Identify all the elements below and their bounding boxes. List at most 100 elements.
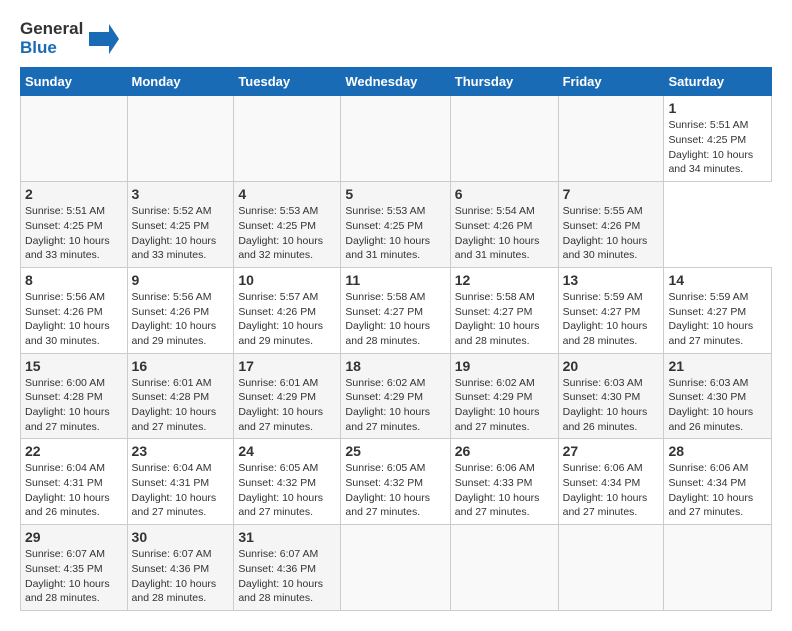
calendar-cell: 27 Sunrise: 6:06 AM Sunset: 4:34 PM Dayli… [558,439,664,525]
day-info: Sunrise: 5:55 AM Sunset: 4:26 PM Dayligh… [563,204,660,263]
day-info: Sunrise: 6:04 AM Sunset: 4:31 PM Dayligh… [132,461,230,520]
calendar-cell [450,96,558,182]
day-info: Sunrise: 5:54 AM Sunset: 4:26 PM Dayligh… [455,204,554,263]
calendar-day-header: Friday [558,68,664,96]
day-info: Sunrise: 5:52 AM Sunset: 4:25 PM Dayligh… [132,204,230,263]
day-number: 31 [238,529,336,545]
day-info: Sunrise: 6:07 AM Sunset: 4:36 PM Dayligh… [238,547,336,606]
calendar-cell [341,525,450,611]
day-number: 1 [668,100,767,116]
calendar-cell: 31 Sunrise: 6:07 AM Sunset: 4:36 PM Dayli… [234,525,341,611]
calendar-cell: 1 Sunrise: 5:51 AM Sunset: 4:25 PM Daylig… [664,96,772,182]
day-info: Sunrise: 5:56 AM Sunset: 4:26 PM Dayligh… [132,290,230,349]
page-header: General Blue [20,20,772,57]
day-number: 11 [345,272,445,288]
calendar-cell [450,525,558,611]
day-number: 3 [132,186,230,202]
day-info: Sunrise: 5:59 AM Sunset: 4:27 PM Dayligh… [668,290,767,349]
day-info: Sunrise: 5:59 AM Sunset: 4:27 PM Dayligh… [563,290,660,349]
day-number: 2 [25,186,123,202]
day-info: Sunrise: 6:05 AM Sunset: 4:32 PM Dayligh… [345,461,445,520]
day-number: 29 [25,529,123,545]
day-info: Sunrise: 5:53 AM Sunset: 4:25 PM Dayligh… [345,204,445,263]
day-info: Sunrise: 5:51 AM Sunset: 4:25 PM Dayligh… [668,118,767,177]
calendar-cell: 18 Sunrise: 6:02 AM Sunset: 4:29 PM Dayli… [341,353,450,439]
calendar-cell: 5Sunrise: 5:53 AM Sunset: 4:25 PM Daylig… [341,182,450,268]
day-info: Sunrise: 5:58 AM Sunset: 4:27 PM Dayligh… [345,290,445,349]
calendar-cell: 11 Sunrise: 5:58 AM Sunset: 4:27 PM Dayli… [341,267,450,353]
day-number: 23 [132,443,230,459]
day-info: Sunrise: 6:06 AM Sunset: 4:34 PM Dayligh… [668,461,767,520]
day-info: Sunrise: 6:01 AM Sunset: 4:28 PM Dayligh… [132,376,230,435]
calendar-cell [558,525,664,611]
calendar-day-header: Thursday [450,68,558,96]
day-number: 18 [345,358,445,374]
day-number: 24 [238,443,336,459]
calendar-cell: 19Sunrise: 6:02 AM Sunset: 4:29 PM Dayli… [450,353,558,439]
calendar-week-row: 2 Sunrise: 5:51 AM Sunset: 4:25 PM Daylig… [21,182,772,268]
calendar-week-row: 22Sunrise: 6:04 AM Sunset: 4:31 PM Dayli… [21,439,772,525]
day-info: Sunrise: 5:56 AM Sunset: 4:26 PM Dayligh… [25,290,123,349]
day-number: 15 [25,358,123,374]
day-number: 9 [132,272,230,288]
day-info: Sunrise: 5:51 AM Sunset: 4:25 PM Dayligh… [25,204,123,263]
calendar-cell [21,96,128,182]
calendar-cell: 25 Sunrise: 6:05 AM Sunset: 4:32 PM Dayli… [341,439,450,525]
day-info: Sunrise: 6:07 AM Sunset: 4:35 PM Dayligh… [25,547,123,606]
day-info: Sunrise: 6:05 AM Sunset: 4:32 PM Dayligh… [238,461,336,520]
day-info: Sunrise: 6:06 AM Sunset: 4:34 PM Dayligh… [563,461,660,520]
calendar-cell: 8Sunrise: 5:56 AM Sunset: 4:26 PM Daylig… [21,267,128,353]
day-number: 4 [238,186,336,202]
calendar-cell: 24 Sunrise: 6:05 AM Sunset: 4:32 PM Dayli… [234,439,341,525]
day-number: 20 [563,358,660,374]
calendar-week-row: 8Sunrise: 5:56 AM Sunset: 4:26 PM Daylig… [21,267,772,353]
day-info: Sunrise: 6:07 AM Sunset: 4:36 PM Dayligh… [132,547,230,606]
day-info: Sunrise: 5:53 AM Sunset: 4:25 PM Dayligh… [238,204,336,263]
day-number: 25 [345,443,445,459]
day-number: 27 [563,443,660,459]
calendar-day-header: Monday [127,68,234,96]
calendar-cell: 26 Sunrise: 6:06 AM Sunset: 4:33 PM Dayli… [450,439,558,525]
day-info: Sunrise: 6:03 AM Sunset: 4:30 PM Dayligh… [668,376,767,435]
calendar-cell: 2 Sunrise: 5:51 AM Sunset: 4:25 PM Daylig… [21,182,128,268]
calendar-day-header: Wednesday [341,68,450,96]
day-number: 21 [668,358,767,374]
day-number: 12 [455,272,554,288]
calendar-cell: 28Sunrise: 6:06 AM Sunset: 4:34 PM Dayli… [664,439,772,525]
logo-blue: Blue [20,38,57,57]
calendar-day-header: Sunday [21,68,128,96]
calendar-cell: 21 Sunrise: 6:03 AM Sunset: 4:30 PM Dayli… [664,353,772,439]
calendar-cell: 23 Sunrise: 6:04 AM Sunset: 4:31 PM Dayli… [127,439,234,525]
day-info: Sunrise: 6:02 AM Sunset: 4:29 PM Dayligh… [345,376,445,435]
calendar-cell: 14Sunrise: 5:59 AM Sunset: 4:27 PM Dayli… [664,267,772,353]
day-info: Sunrise: 6:01 AM Sunset: 4:29 PM Dayligh… [238,376,336,435]
day-info: Sunrise: 6:00 AM Sunset: 4:28 PM Dayligh… [25,376,123,435]
day-info: Sunrise: 6:06 AM Sunset: 4:33 PM Dayligh… [455,461,554,520]
calendar-cell: 20Sunrise: 6:03 AM Sunset: 4:30 PM Dayli… [558,353,664,439]
calendar-week-row: 15 Sunrise: 6:00 AM Sunset: 4:28 PM Dayli… [21,353,772,439]
calendar-cell [127,96,234,182]
calendar-cell: 9 Sunrise: 5:56 AM Sunset: 4:26 PM Daylig… [127,267,234,353]
calendar-cell: 15 Sunrise: 6:00 AM Sunset: 4:28 PM Dayli… [21,353,128,439]
logo-arrow-icon [89,24,119,54]
day-number: 26 [455,443,554,459]
day-info: Sunrise: 5:58 AM Sunset: 4:27 PM Dayligh… [455,290,554,349]
calendar-day-header: Saturday [664,68,772,96]
calendar-cell [341,96,450,182]
day-number: 7 [563,186,660,202]
day-number: 30 [132,529,230,545]
day-number: 16 [132,358,230,374]
day-number: 13 [563,272,660,288]
calendar-cell: 29 Sunrise: 6:07 AM Sunset: 4:35 PM Dayli… [21,525,128,611]
logo: General Blue [20,20,119,57]
calendar-cell [664,525,772,611]
calendar-cell [234,96,341,182]
day-number: 6 [455,186,554,202]
calendar-day-header: Tuesday [234,68,341,96]
calendar-cell: 17 Sunrise: 6:01 AM Sunset: 4:29 PM Dayli… [234,353,341,439]
calendar-cell: 30 Sunrise: 6:07 AM Sunset: 4:36 PM Dayli… [127,525,234,611]
calendar-header-row: SundayMondayTuesdayWednesdayThursdayFrid… [21,68,772,96]
calendar-cell: 22Sunrise: 6:04 AM Sunset: 4:31 PM Dayli… [21,439,128,525]
day-number: 17 [238,358,336,374]
logo-general: General [20,19,83,38]
